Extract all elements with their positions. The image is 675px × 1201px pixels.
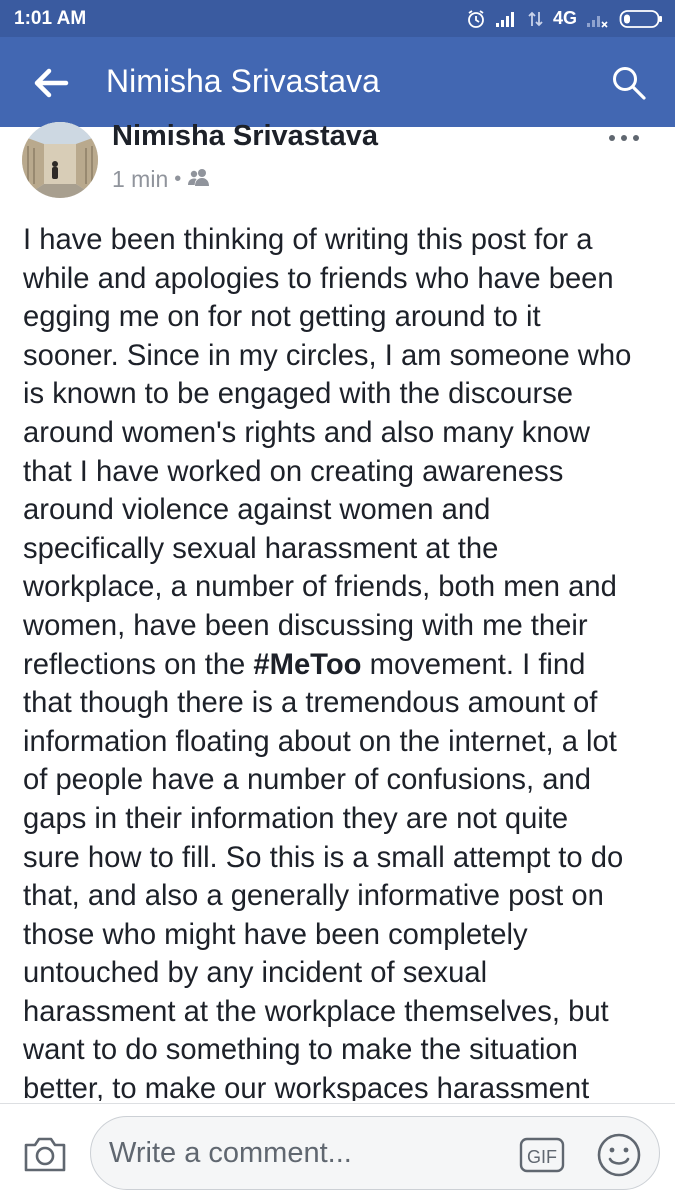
post-text-line: reflections on the #MeToo movement. I fi… (23, 646, 663, 685)
post-text-line: that I have worked on creating awareness (23, 455, 564, 488)
post-text-line: information floating about on the intern… (23, 725, 617, 758)
post-text-line: around violence against women and (23, 494, 491, 527)
meta-separator: • (174, 167, 182, 190)
post-text-line: gaps in their information they are not q… (23, 802, 569, 835)
post-text-line: sooner. Since in my circles, I am someon… (23, 339, 632, 372)
gif-icon[interactable]: GIF (519, 1135, 565, 1175)
data-arrows-icon (528, 10, 544, 28)
post-text-line: those who might have been completely (23, 918, 528, 951)
camera-icon[interactable] (22, 1134, 68, 1174)
post-text-line: want to do something to make the situati… (23, 1034, 578, 1067)
post-text-line: untouched by any incident of sexual (23, 957, 488, 990)
hashtag-link[interactable]: #MeToo (253, 649, 361, 681)
comment-placeholder: Write a comment... (109, 1137, 352, 1169)
post-text-line: better, to make our workspaces harassmen… (23, 1073, 590, 1101)
post-text-line: workplace, a number of friends, both men… (23, 571, 617, 604)
post-body: I have been thinking of writing this pos… (23, 221, 663, 1101)
battery-icon (619, 9, 663, 29)
avatar[interactable] (22, 122, 98, 198)
post-meta: 1 min • (112, 165, 211, 193)
signal-no-sim-icon (586, 10, 610, 28)
post-text-line: around women's rights and also many know (23, 416, 590, 449)
more-options-icon[interactable] (606, 128, 642, 148)
friends-icon[interactable] (187, 166, 211, 193)
post-text-line: of people have a number of confusions, a… (23, 764, 591, 797)
post-text-line: women, have been discussing with me thei… (23, 609, 588, 642)
page-title: Nimisha Srivastava (106, 63, 380, 99)
comment-input[interactable]: Write a comment... GIF (90, 1116, 660, 1190)
post-timestamp[interactable]: 1 min (112, 166, 168, 193)
back-arrow-icon[interactable] (32, 65, 72, 101)
status-bar: 1:01 AM 4G (0, 0, 675, 37)
post-text-line: that though there is a tremendous amount… (23, 687, 598, 720)
post-author-name[interactable]: Nimisha Srivastava (112, 120, 378, 153)
search-icon[interactable] (611, 65, 647, 101)
app-bar: Nimisha Srivastava (0, 37, 675, 127)
post-text-line: while and apologies to friends who have … (23, 262, 614, 295)
alarm-icon (466, 9, 486, 29)
emoji-icon[interactable] (596, 1132, 642, 1178)
status-time: 1:01 AM (14, 7, 87, 29)
post-text-segment: movement. I find (361, 648, 586, 681)
post-text-line: egging me on for not getting around to i… (23, 301, 541, 334)
post-text-line: specifically sexual harassment at the (23, 532, 499, 565)
post-text-line: sure how to fill. So this is a small att… (23, 841, 624, 874)
network-type: 4G (552, 8, 577, 28)
comment-bar: Write a comment... GIF (0, 1103, 675, 1201)
status-icons: 4G (466, 8, 663, 29)
gif-label: GIF (527, 1147, 557, 1167)
signal-icon (495, 10, 519, 28)
post-text-line: harassment at the workplace themselves, … (23, 995, 609, 1028)
post-text-line: that, and also a generally informative p… (23, 880, 604, 913)
post-text-line: I have been thinking of writing this pos… (23, 224, 593, 256)
post-text-segment: reflections on the (23, 648, 254, 681)
post-text-line: is known to be engaged with the discours… (23, 378, 574, 411)
